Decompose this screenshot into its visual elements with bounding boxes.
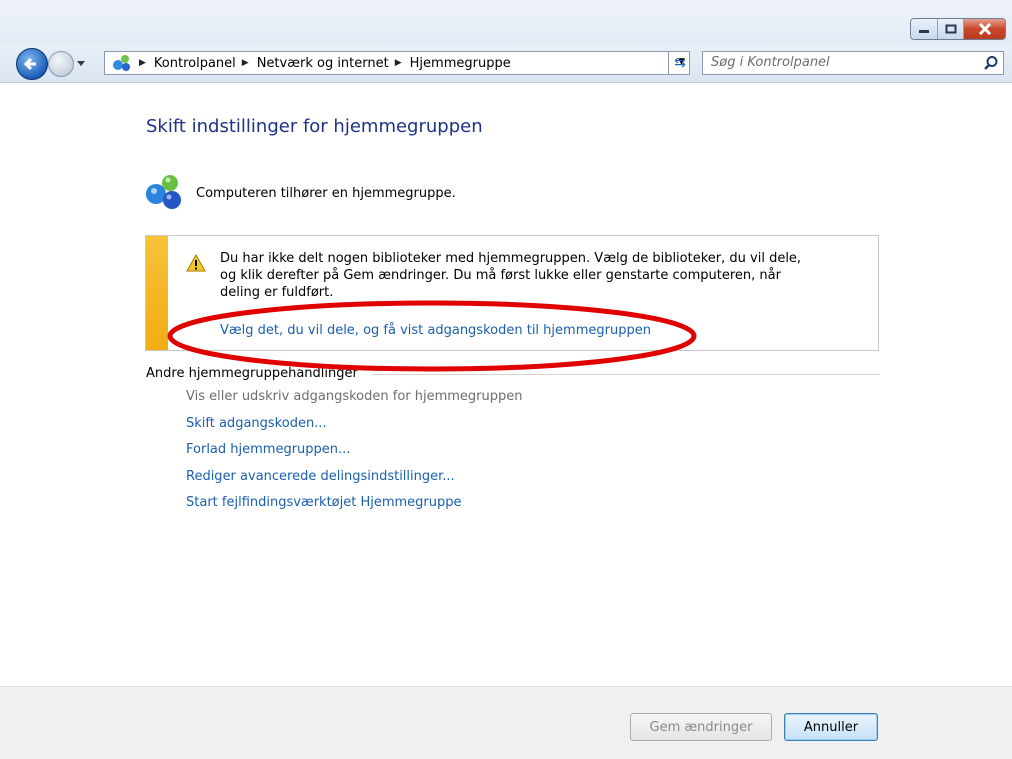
breadcrumb-kontrolpanel[interactable]: Kontrolpanel <box>154 56 236 71</box>
search-icon[interactable] <box>983 55 999 71</box>
notice-text: Du har ikke delt nogen biblioteker med h… <box>220 250 830 301</box>
cancel-button[interactable]: Annuller <box>784 713 878 741</box>
warning-icon <box>186 254 206 272</box>
notice-accent-bar <box>146 236 168 350</box>
change-password-link[interactable]: Skift adgangskoden... <box>186 415 523 442</box>
annotation-ellipse <box>167 300 697 372</box>
section-divider <box>372 374 880 375</box>
notice-line: Du har ikke delt nogen biblioteker med h… <box>220 251 802 266</box>
minimize-button[interactable] <box>911 19 937 39</box>
close-icon <box>978 23 991 35</box>
navigation-bar: ▶ Kontrolpanel ▶ Netværk og internet ▶ H… <box>0 44 1012 83</box>
forward-button[interactable] <box>48 51 74 77</box>
save-changes-button[interactable]: Gem ændringer <box>630 713 772 741</box>
homegroup-icon <box>146 175 181 209</box>
page-title: Skift indstillinger for hjemmegruppen <box>146 116 483 137</box>
history-dropdown-icon[interactable] <box>76 60 86 68</box>
breadcrumb-netvaerk[interactable]: Netværk og internet <box>257 56 389 71</box>
leave-homegroup-link[interactable]: Forlad hjemmegruppen... <box>186 441 523 468</box>
advanced-sharing-settings-link[interactable]: Rediger avancerede delingsindstillinger.… <box>186 468 523 495</box>
breadcrumb-separator-icon: ▶ <box>241 58 249 68</box>
homegroup-status-text: Computeren tilhører en hjemmegruppe. <box>196 186 456 201</box>
close-button[interactable] <box>963 19 1005 39</box>
back-button[interactable] <box>16 48 48 80</box>
control-panel-window: ▶ Kontrolpanel ▶ Netværk og internet ▶ H… <box>0 0 1012 759</box>
troubleshooter-link[interactable]: Start fejlfindingsværktøjet Hjemmegruppe <box>186 494 523 521</box>
search-input[interactable]: Søg i Kontrolpanel <box>702 51 1004 75</box>
minimize-icon <box>919 30 929 33</box>
breadcrumb-separator-icon: ▶ <box>394 58 402 68</box>
maximize-button[interactable] <box>937 19 963 39</box>
breadcrumb-hjemmegruppe[interactable]: Hjemmegruppe <box>410 56 511 71</box>
homegroup-actions-list: Vis eller udskriv adgangskoden for hjemm… <box>186 388 523 521</box>
view-print-password-link[interactable]: Vis eller udskriv adgangskoden for hjemm… <box>186 388 523 415</box>
breadcrumb-separator-icon: ▶ <box>139 58 146 68</box>
homegroup-small-icon <box>113 55 130 71</box>
notice-line: og klik derefter på Gem ændringer. Du må… <box>220 268 781 283</box>
refresh-icon: ⇆ <box>674 55 686 71</box>
back-arrow-icon <box>23 57 36 71</box>
search-placeholder: Søg i Kontrolpanel <box>711 55 830 70</box>
window-controls <box>910 18 1006 40</box>
title-bar <box>0 0 1012 44</box>
maximize-icon <box>945 24 956 34</box>
refresh-button[interactable]: ⇆ <box>668 51 691 75</box>
address-bar[interactable]: ▶ Kontrolpanel ▶ Netværk og internet ▶ H… <box>104 51 690 75</box>
